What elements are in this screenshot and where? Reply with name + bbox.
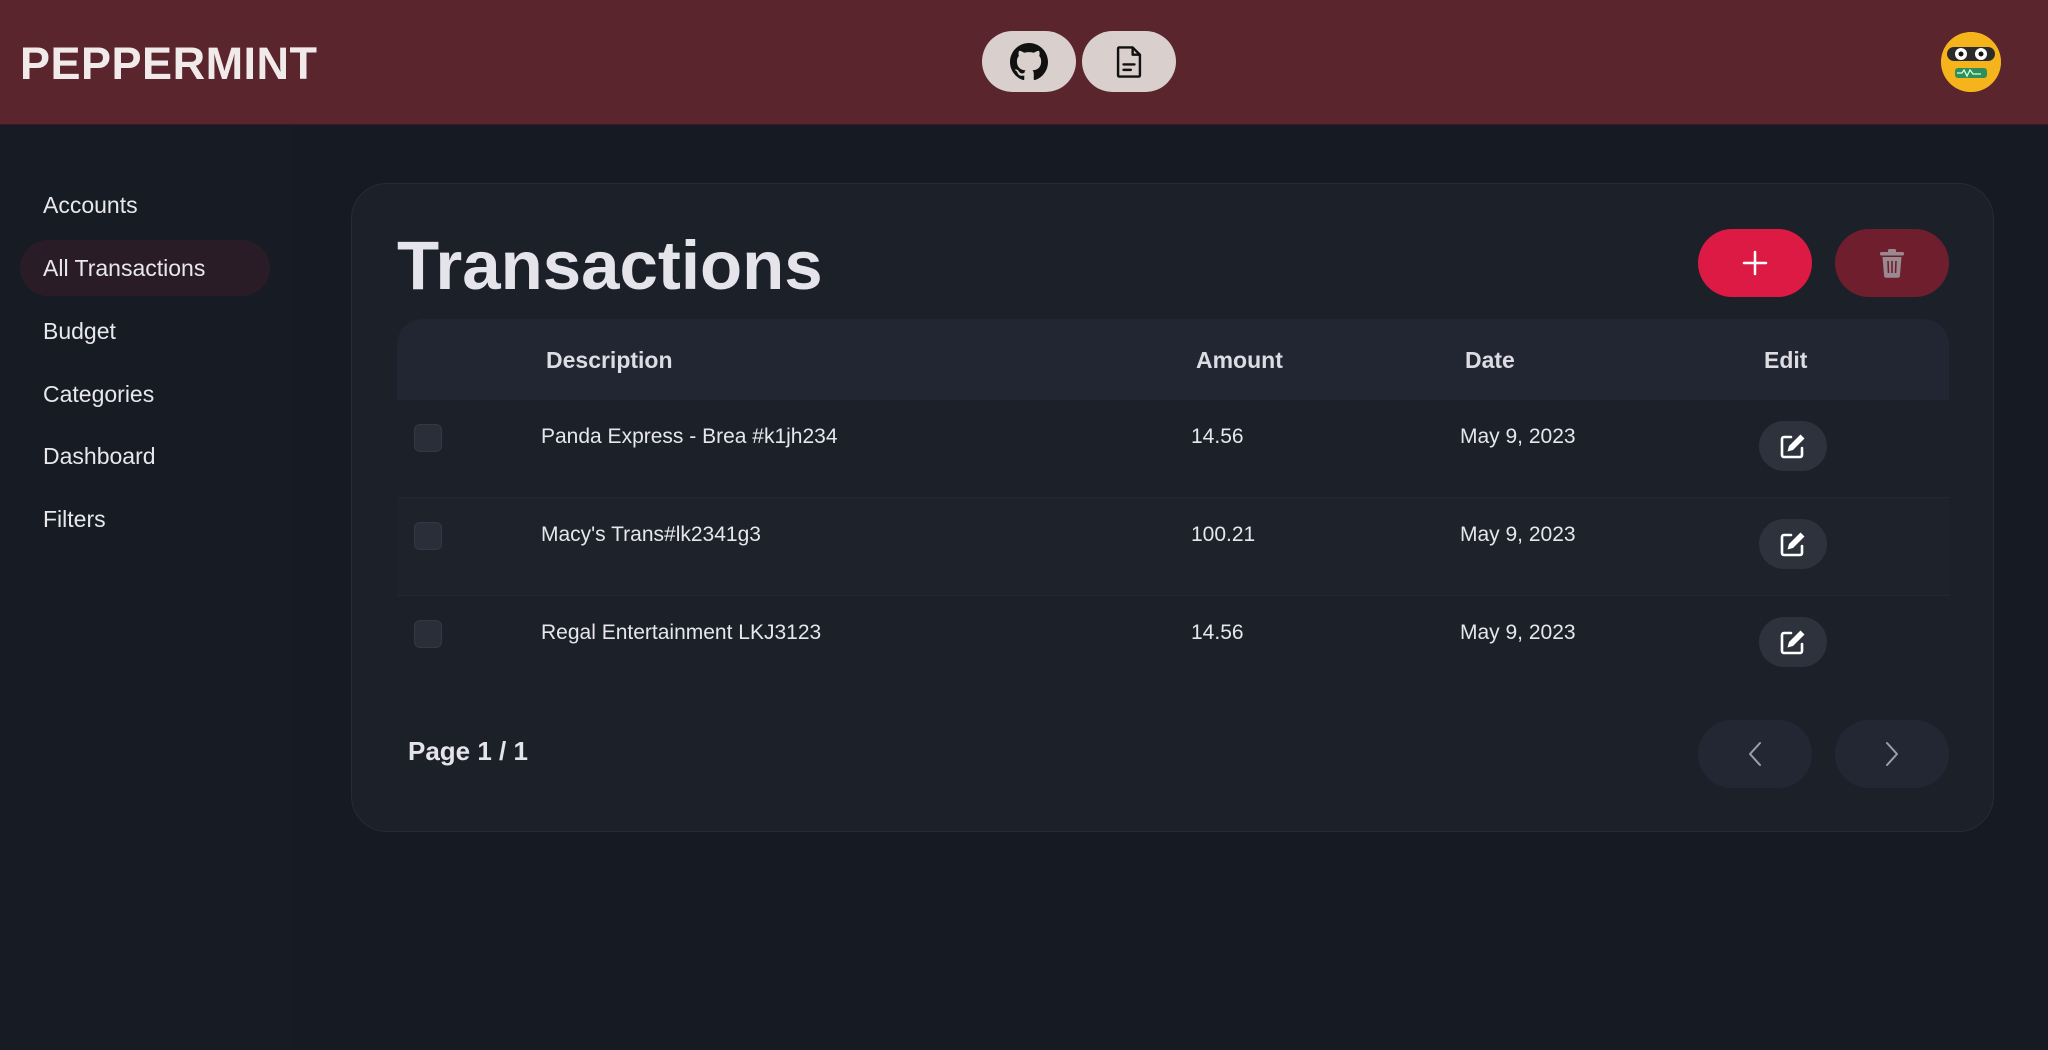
edit-row-button[interactable] [1759, 421, 1827, 471]
column-header-amount[interactable]: Amount [1196, 347, 1283, 374]
row-amount: 100.21 [1191, 523, 1256, 546]
github-icon [1010, 42, 1048, 80]
edit-icon [1780, 630, 1805, 655]
edit-icon [1780, 434, 1805, 459]
column-header-edit: Edit [1764, 347, 1808, 373]
row-date: May 9, 2023 [1460, 425, 1576, 448]
row-checkbox[interactable] [414, 522, 442, 550]
row-checkbox[interactable] [414, 620, 442, 648]
chevron-right-icon [1886, 742, 1898, 766]
sidebar: Accounts All Transactions Budget Categor… [0, 126, 292, 1050]
docs-button[interactable] [1082, 31, 1176, 92]
edit-icon [1780, 532, 1805, 557]
next-page-button[interactable] [1835, 720, 1949, 788]
delete-selected-button[interactable] [1835, 229, 1949, 297]
row-description: Macy's Trans#lk2341g3 [541, 523, 761, 546]
column-header-description[interactable]: Description [546, 347, 673, 374]
sidebar-item-categories[interactable]: Categories [20, 366, 270, 422]
sidebar-item-dashboard[interactable]: Dashboard [20, 428, 270, 484]
edit-row-button[interactable] [1759, 617, 1827, 667]
transactions-table: Description Amount Date Edit Panda Expre… [397, 319, 1949, 694]
sidebar-item-filters[interactable]: Filters [20, 491, 270, 547]
app-brand[interactable]: PEPPERMINT [20, 38, 318, 90]
row-description: Panda Express - Brea #k1jh234 [541, 425, 838, 448]
previous-page-button[interactable] [1698, 720, 1812, 788]
pagination-label: Page 1 / 1 [408, 736, 528, 766]
row-checkbox[interactable] [414, 424, 442, 452]
sidebar-item-budget[interactable]: Budget [20, 303, 270, 359]
transactions-card: Transactions Description Amount Date Edi… [351, 183, 1994, 832]
table-row: Regal Entertainment LKJ3123 14.56 May 9,… [397, 596, 1949, 694]
column-header-date[interactable]: Date [1465, 347, 1515, 374]
sidebar-item-all-transactions[interactable]: All Transactions [20, 240, 270, 296]
page-title: Transactions [397, 227, 823, 304]
document-icon [1116, 45, 1142, 78]
add-transaction-button[interactable] [1698, 229, 1812, 297]
row-date: May 9, 2023 [1460, 621, 1576, 644]
plus-icon [1742, 250, 1768, 276]
table-row: Panda Express - Brea #k1jh234 14.56 May … [397, 400, 1949, 498]
table-row: Macy's Trans#lk2341g3 100.21 May 9, 2023 [397, 498, 1949, 596]
edit-row-button[interactable] [1759, 519, 1827, 569]
chevron-left-icon [1749, 742, 1761, 766]
top-header: PEPPERMINT [0, 0, 2048, 125]
row-amount: 14.56 [1191, 425, 1244, 448]
sidebar-item-accounts[interactable]: Accounts [20, 177, 270, 233]
row-description: Regal Entertainment LKJ3123 [541, 621, 822, 644]
row-date: May 9, 2023 [1460, 523, 1576, 546]
trash-icon [1880, 249, 1904, 278]
avatar-face-icon [1941, 32, 2001, 92]
row-amount: 14.56 [1191, 621, 1244, 644]
user-avatar[interactable] [1941, 32, 2001, 92]
table-header: Description Amount Date Edit [397, 319, 1949, 400]
github-button[interactable] [982, 31, 1076, 92]
